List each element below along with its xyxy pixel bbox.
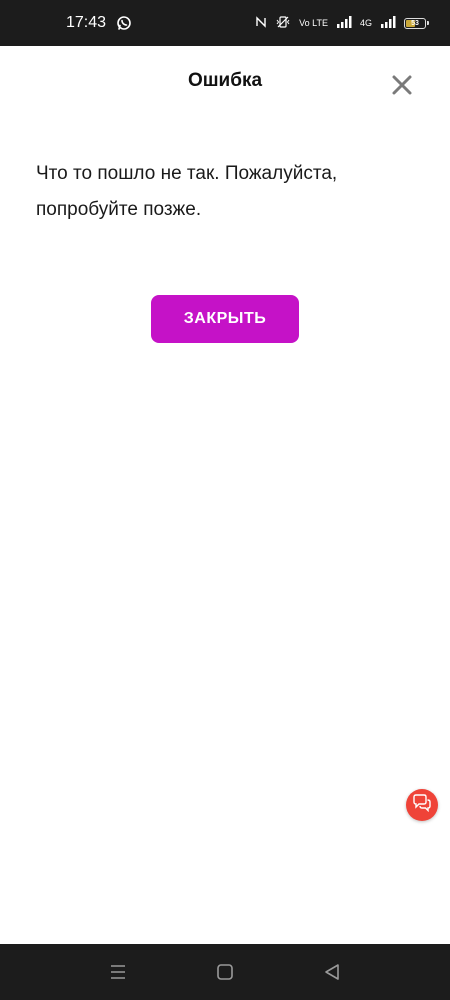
nfc-icon xyxy=(255,16,267,30)
menu-icon[interactable] xyxy=(108,962,128,982)
chat-support-button[interactable] xyxy=(406,789,438,821)
chat-icon xyxy=(412,794,432,816)
system-icons: Vo LTE 4G 53 xyxy=(255,16,429,30)
volte-label: Vo LTE xyxy=(299,17,328,28)
whatsapp-icon xyxy=(116,15,132,31)
home-icon[interactable] xyxy=(215,962,235,982)
back-icon[interactable] xyxy=(322,962,342,982)
close-icon[interactable] xyxy=(390,73,414,97)
signal-icon xyxy=(380,16,396,30)
network-type-label: 4G xyxy=(359,17,372,28)
vibrate-icon xyxy=(275,16,291,30)
navigation-bar xyxy=(0,944,450,1000)
error-message: Что то пошло не так. Пожалуйста, попробу… xyxy=(36,163,338,220)
status-bar: 17:43 Vo LTE 4G 53 xyxy=(0,0,450,46)
close-button[interactable]: ЗАКРЫТЬ xyxy=(151,295,299,343)
signal-icon xyxy=(336,16,352,30)
battery-level: 53 xyxy=(411,19,419,27)
dialog-header: Ошибка xyxy=(0,46,450,120)
battery-icon: 53 xyxy=(404,17,429,29)
status-time: 17:43 xyxy=(66,14,107,31)
page-title: Ошибка xyxy=(187,70,263,91)
